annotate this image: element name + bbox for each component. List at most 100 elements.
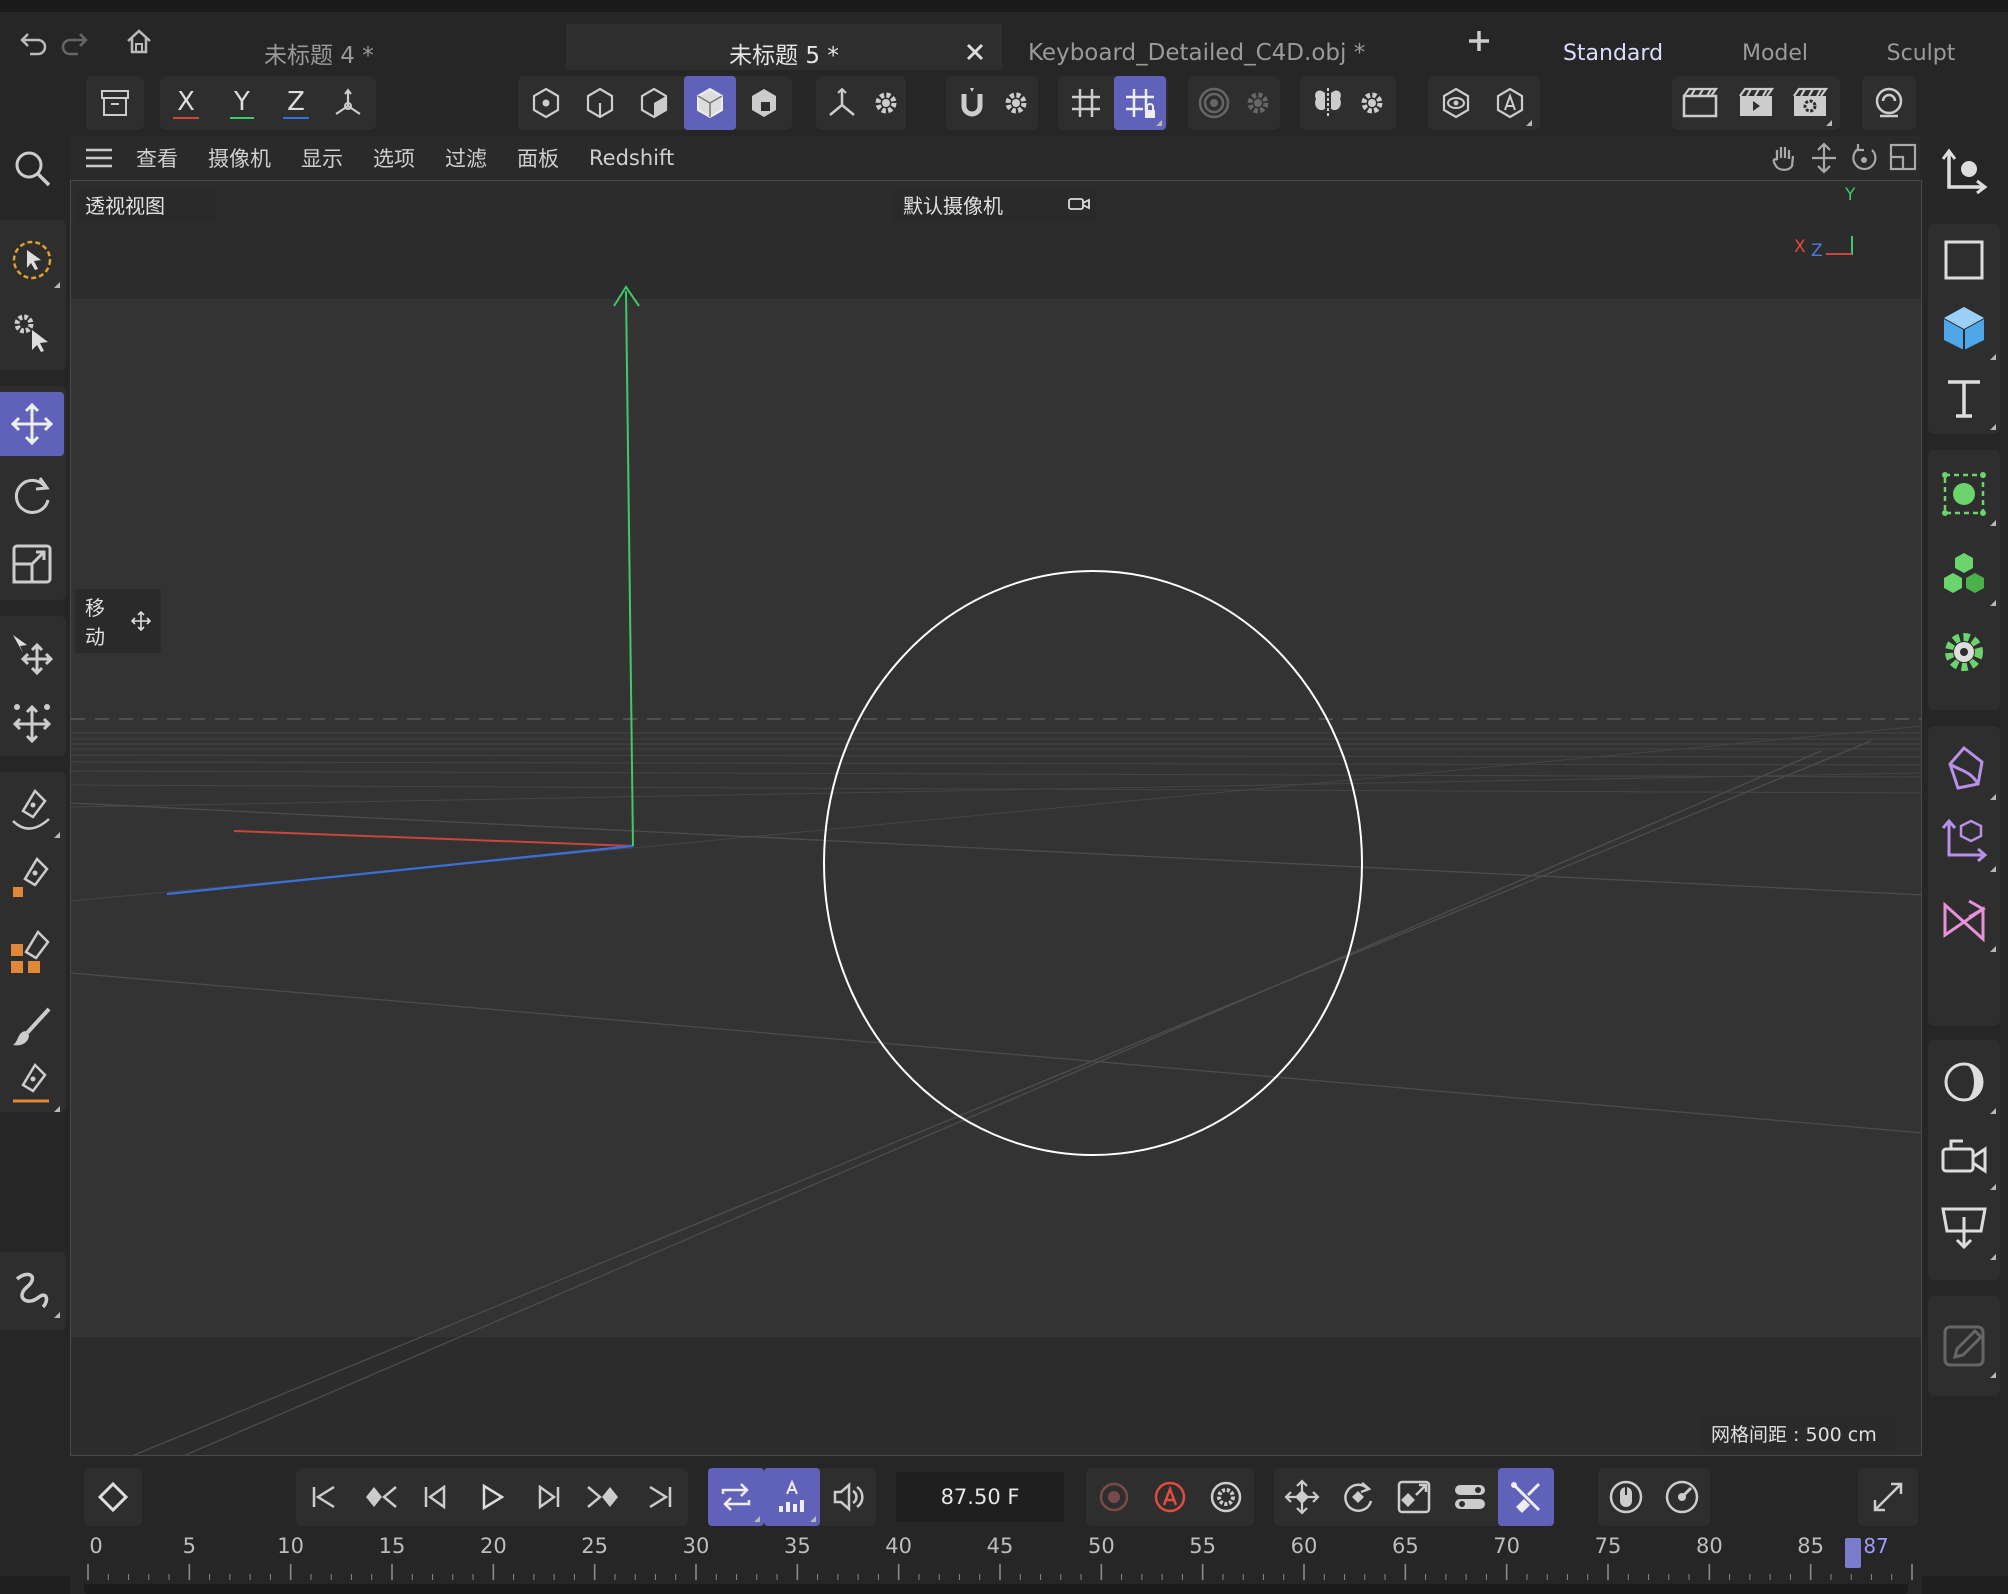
gear-icon[interactable] xyxy=(990,76,1042,130)
undo-icon[interactable] xyxy=(18,26,50,58)
brush-icon[interactable] xyxy=(0,996,64,1060)
gear-icon[interactable] xyxy=(860,76,912,130)
subdivision-icon[interactable] xyxy=(1928,458,2000,530)
menu-display[interactable]: 显示 xyxy=(301,143,343,173)
transform-tool-icon[interactable] xyxy=(0,300,64,364)
rotate-tool-icon[interactable] xyxy=(0,464,64,528)
gear-icon[interactable] xyxy=(1232,76,1284,130)
next-frame-icon[interactable] xyxy=(520,1468,576,1526)
bend-icon[interactable] xyxy=(1928,884,2000,956)
playhead[interactable] xyxy=(1845,1538,1862,1568)
orbit-icon[interactable] xyxy=(1848,142,1880,174)
range-bar[interactable] xyxy=(84,1584,1908,1594)
speed-icon[interactable] xyxy=(1654,1468,1710,1526)
search-icon[interactable] xyxy=(0,136,64,200)
home-icon[interactable] xyxy=(124,26,154,56)
hamburger-icon[interactable] xyxy=(84,147,114,169)
gear-icon[interactable] xyxy=(1346,76,1398,130)
play-icon[interactable] xyxy=(464,1468,520,1526)
floor-icon[interactable] xyxy=(1928,1192,2000,1264)
move-tool-icon[interactable] xyxy=(0,392,64,456)
spline-wrap-icon[interactable] xyxy=(0,1258,64,1322)
multi-spline-icon[interactable] xyxy=(0,920,64,984)
key-rotation-icon[interactable] xyxy=(1330,1468,1386,1526)
model-mode-icon[interactable] xyxy=(684,76,736,130)
go-to-start-icon[interactable] xyxy=(296,1468,352,1526)
dolly-icon[interactable] xyxy=(1808,142,1840,174)
polygons-mode-icon[interactable] xyxy=(628,76,680,130)
auto-keyframe-icon[interactable] xyxy=(764,1468,820,1526)
motion-system-icon[interactable] xyxy=(1598,1468,1654,1526)
edges-mode-icon[interactable] xyxy=(574,76,626,130)
sound-icon[interactable] xyxy=(820,1468,876,1526)
timeline-ruler[interactable]: 0 5 10 15 20 25 30 35 40 45 50 55 60 65 70 75 80 85 87 xyxy=(70,1534,1922,1594)
current-frame-field[interactable]: 87.50 F xyxy=(896,1472,1064,1522)
close-icon[interactable] xyxy=(962,39,988,65)
render-picture-icon[interactable] xyxy=(1730,76,1782,130)
scatter-move-icon[interactable] xyxy=(0,690,64,754)
spline-pen-icon[interactable] xyxy=(0,778,64,842)
grid-lock-icon[interactable] xyxy=(1114,76,1166,130)
toggle-layout-icon[interactable] xyxy=(1888,142,1918,172)
keyframe-diamond-icon[interactable] xyxy=(85,1468,141,1526)
go-to-end-icon[interactable] xyxy=(632,1468,688,1526)
camera-icon[interactable] xyxy=(1928,1122,2000,1194)
menu-filter[interactable]: 过滤 xyxy=(445,143,487,173)
loop-icon[interactable] xyxy=(708,1468,764,1526)
ruler-tick-label: 75 xyxy=(1594,1534,1622,1558)
key-parameter-icon[interactable] xyxy=(1442,1468,1498,1526)
scale-tool-icon[interactable] xyxy=(0,532,64,596)
camera-selector[interactable]: 默认摄像机 xyxy=(893,187,1097,222)
ruler-tick-label: 80 xyxy=(1695,1534,1723,1558)
texture-mode-icon[interactable] xyxy=(738,76,790,130)
record-settings-icon[interactable] xyxy=(1198,1468,1254,1526)
view-name-label[interactable]: 透视视图 xyxy=(75,187,217,222)
spline-smooth-icon[interactable] xyxy=(0,1052,64,1116)
next-key-icon[interactable] xyxy=(576,1468,632,1526)
move-elements-icon[interactable] xyxy=(0,622,64,686)
archive-icon[interactable] xyxy=(89,76,141,130)
menu-view[interactable]: 查看 xyxy=(136,143,178,173)
environment-icon[interactable] xyxy=(1928,1046,2000,1118)
effector-gear-icon[interactable] xyxy=(1928,616,2000,688)
text-icon[interactable] xyxy=(1928,362,2000,434)
ruler-tick-label: 45 xyxy=(986,1534,1014,1558)
y-axis-lock-button[interactable]: Y xyxy=(216,76,268,130)
render-settings-icon[interactable] xyxy=(1784,76,1836,130)
perspective-viewport[interactable]: Y X Z 透视视图 默认摄像机 移动 网格间距 : 500 cm xyxy=(70,180,1922,1456)
spline-sketch-icon[interactable] xyxy=(0,846,64,910)
eye-icon[interactable] xyxy=(1430,76,1482,130)
add-tab-icon[interactable] xyxy=(1464,26,1494,56)
points-mode-icon[interactable] xyxy=(520,76,572,130)
cloner-icon[interactable] xyxy=(1928,538,2000,610)
cube-icon[interactable] xyxy=(1928,292,2000,364)
menu-panel[interactable]: 面板 xyxy=(517,143,559,173)
coordinate-null-icon[interactable] xyxy=(1928,136,2000,208)
key-position-icon[interactable] xyxy=(1274,1468,1330,1526)
fit-range-icon[interactable] xyxy=(1860,1468,1916,1526)
toolbar-group-visibility xyxy=(1428,76,1540,130)
field-icon[interactable] xyxy=(1928,804,2000,876)
menu-redshift[interactable]: Redshift xyxy=(589,146,674,170)
pan-hand-icon[interactable] xyxy=(1768,142,1800,174)
prev-frame-icon[interactable] xyxy=(408,1468,464,1526)
edit-icon[interactable] xyxy=(1928,1310,2000,1382)
x-axis-lock-button[interactable]: X xyxy=(160,76,212,130)
menu-options[interactable]: 选项 xyxy=(373,143,415,173)
prev-key-icon[interactable] xyxy=(352,1468,408,1526)
deformer-icon[interactable] xyxy=(1928,732,2000,804)
menu-camera[interactable]: 摄像机 xyxy=(208,143,271,173)
redo-icon[interactable] xyxy=(58,26,90,58)
key-scale-icon[interactable] xyxy=(1386,1468,1442,1526)
grid-snap-icon[interactable] xyxy=(1060,76,1112,130)
autokey-record-icon[interactable] xyxy=(1142,1468,1198,1526)
record-icon[interactable] xyxy=(1086,1468,1142,1526)
key-pla-icon[interactable] xyxy=(1498,1468,1554,1526)
coordinate-system-icon[interactable] xyxy=(322,76,374,130)
auto-icon[interactable] xyxy=(1484,76,1536,130)
redshift-icon[interactable] xyxy=(1863,76,1915,130)
render-view-icon[interactable] xyxy=(1674,76,1726,130)
rectangle-spline-icon[interactable] xyxy=(1928,224,2000,296)
live-selection-icon[interactable] xyxy=(0,228,64,292)
z-axis-lock-button[interactable]: Z xyxy=(270,76,322,130)
